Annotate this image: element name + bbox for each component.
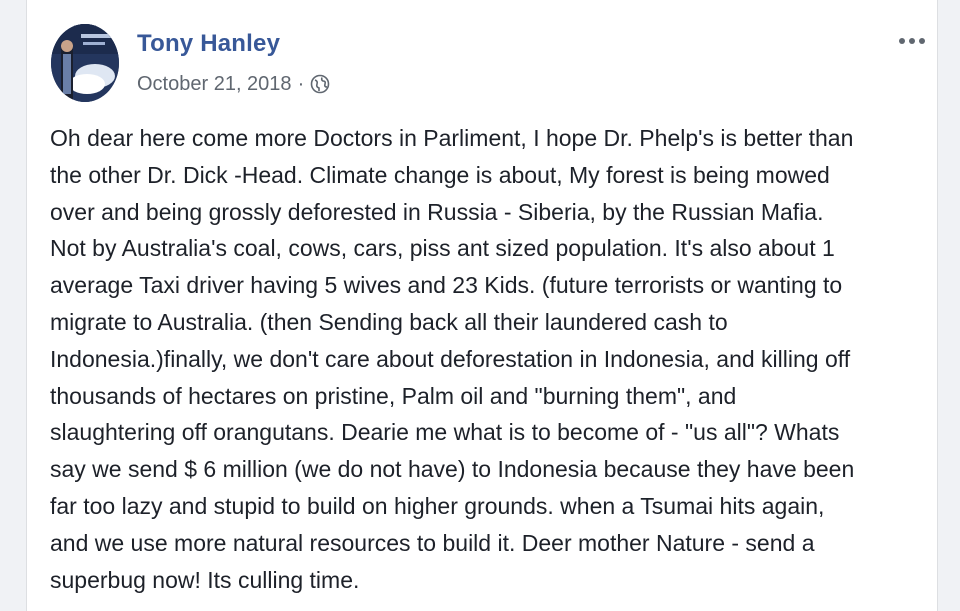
- post-body-line: slaughtering off orangutans. Dearie me w…: [50, 419, 840, 446]
- post-body-line: Not by Australia's coal, cows, cars, pis…: [50, 235, 835, 262]
- post-body-line: average Taxi driver having 5 wives and 2…: [50, 272, 843, 299]
- post-body-line: over and being grossly deforested in Rus…: [50, 198, 824, 225]
- more-options-dot: [919, 38, 925, 44]
- post-body: Oh dear here come more Doctors in Parlim…: [50, 120, 930, 598]
- post-body-line: Indonesia.)finally, we don't care about …: [50, 345, 851, 372]
- page: Tony Hanley October 21, 2018 · Oh dear h…: [0, 0, 960, 611]
- post-body-line: far too lazy and stupid to build on high…: [50, 492, 825, 519]
- avatar[interactable]: [51, 24, 119, 102]
- more-options-dot: [909, 38, 915, 44]
- meta-separator: ·: [297, 72, 305, 95]
- post-body-line: thousands of hectares on pristine, Palm …: [50, 382, 737, 409]
- post-card: Tony Hanley October 21, 2018 · Oh dear h…: [26, 0, 938, 611]
- more-options-icon[interactable]: [895, 30, 929, 52]
- post-body-line: the other Dr. Dick -Head. Climate change…: [50, 161, 830, 188]
- author-name[interactable]: Tony Hanley: [137, 30, 280, 58]
- post-meta: October 21, 2018 ·: [137, 71, 330, 97]
- globe-icon[interactable]: [310, 74, 330, 94]
- post-body-line: and we use more natural resources to bui…: [50, 529, 815, 556]
- more-options-dot: [899, 38, 905, 44]
- avatar-image: [51, 24, 119, 102]
- post-body-line: superbug now! Its culling time.: [50, 566, 360, 593]
- post-date[interactable]: October 21, 2018: [137, 73, 292, 96]
- post-body-line: Oh dear here come more Doctors in Parlim…: [50, 125, 854, 151]
- post-body-line: say we send $ 6 million (we do not have)…: [50, 456, 855, 483]
- post-body-line: migrate to Australia. (then Sending back…: [50, 308, 728, 335]
